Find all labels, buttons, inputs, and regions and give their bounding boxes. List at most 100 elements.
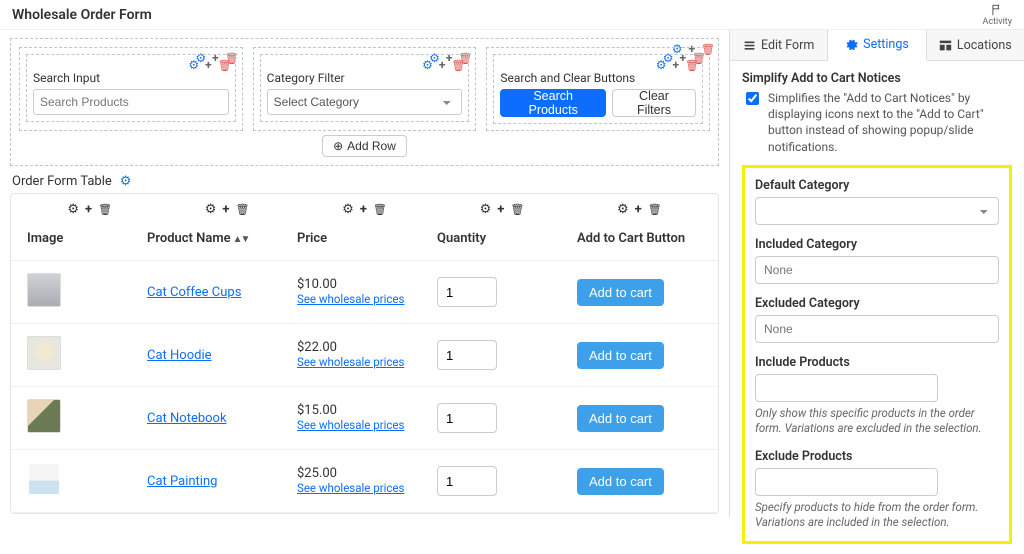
quantity-input[interactable] [437,466,497,496]
gear-icon[interactable] [120,174,132,189]
simplify-desc: Simplifies the "Add to Cart Notices" by … [768,90,1012,155]
plus-icon[interactable] [222,202,229,217]
table-header: Image Product Name▲▼ Price Quantity Add … [11,221,718,261]
plus-icon[interactable] [497,202,504,217]
gear-icon[interactable] [67,202,79,217]
include-products-input[interactable] [755,374,938,402]
settings-sidebar: Edit Form Settings Locations Simplify Ad… [729,30,1024,517]
plus-circle-icon: ⊕ [333,139,343,153]
include-products-label: Include Products [755,355,999,370]
table-row: Cat Coffee Cups $10.00 See wholesale pri… [11,261,718,324]
block-label: Search Input [33,71,229,85]
see-wholesale-link[interactable]: See wholesale prices [297,355,404,369]
quantity-input[interactable] [437,340,497,370]
product-link[interactable]: Cat Hoodie [147,348,212,363]
product-thumb[interactable] [27,462,61,496]
trash-icon[interactable] [236,202,250,217]
table-row: Cat Painting $25.00 See wholesale prices… [11,450,718,513]
col-quantity[interactable]: Quantity [431,227,571,250]
trash-icon[interactable] [98,202,112,217]
plus-icon[interactable] [360,202,367,217]
exclude-products-label: Exclude Products [755,449,999,464]
trash-icon[interactable] [510,202,524,217]
simplify-checkbox[interactable] [746,92,759,105]
table-section-title: Order Form Table [12,174,719,189]
trash-icon[interactable] [218,58,232,72]
tab-settings[interactable]: Settings [828,30,926,61]
product-thumb[interactable] [27,336,61,370]
sidebar-tabs: Edit Form Settings Locations [730,30,1024,61]
included-category-input[interactable] [755,256,999,284]
add-to-cart-button[interactable]: Add to cart [577,279,664,306]
product-link[interactable]: Cat Painting [147,474,217,489]
trash-icon[interactable] [451,58,465,72]
quantity-input[interactable] [437,277,497,307]
add-to-cart-button[interactable]: Add to cart [577,468,664,495]
column-tools-row [11,194,718,221]
add-to-cart-button[interactable]: Add to cart [577,405,664,432]
include-products-hint: Only show this specific products in the … [755,406,999,437]
list-icon [743,39,756,52]
inner-tools [656,58,699,72]
search-products-button[interactable]: Search Products [500,89,606,117]
product-link[interactable]: Cat Notebook [147,411,227,426]
exclude-products-input[interactable] [755,468,938,496]
included-category-label: Included Category [755,237,999,252]
activity-button[interactable]: Activity [983,3,1012,27]
block-label: Category Filter [267,71,463,85]
gear-icon[interactable] [205,202,217,217]
top-bar: Wholesale Order Form Activity [0,0,1024,30]
category-product-settings: Default Category Included Category Exclu… [742,165,1012,544]
trash-icon[interactable] [648,202,662,217]
order-form-table: Image Product Name▲▼ Price Quantity Add … [10,193,719,514]
add-to-cart-button[interactable]: Add to cart [577,342,664,369]
product-link[interactable]: Cat Coffee Cups [147,285,241,300]
gear-icon[interactable] [656,58,667,72]
plus-icon[interactable] [205,58,212,72]
table-row: Cat Notebook $15.00 See wholesale prices… [11,387,718,450]
inner-tools [188,58,231,72]
col-image[interactable]: Image [21,227,141,250]
price-value: $22.00 [297,340,425,355]
excluded-category-label: Excluded Category [755,296,999,311]
plus-icon[interactable] [439,58,446,72]
gear-icon[interactable] [342,202,354,217]
excluded-category-input[interactable] [755,315,999,343]
plus-icon[interactable] [673,58,680,72]
product-thumb[interactable] [27,399,61,433]
trash-icon[interactable] [685,58,699,72]
settings-body: Simplify Add to Cart Notices Simplifies … [730,61,1024,554]
inner-tools [422,58,465,72]
plus-icon[interactable] [85,202,92,217]
see-wholesale-link[interactable]: See wholesale prices [297,292,404,306]
add-row-button[interactable]: ⊕ Add Row [322,135,407,157]
gear-icon [845,38,858,51]
tab-locations[interactable]: Locations [927,30,1024,60]
table-row: Cat Hoodie $22.00 See wholesale prices A… [11,324,718,387]
gear-icon[interactable] [617,202,629,217]
trash-icon[interactable] [373,202,387,217]
product-thumb[interactable] [27,273,61,307]
exclude-products-hint: Specify products to hide from the order … [755,500,999,531]
quantity-input[interactable] [437,403,497,433]
tab-edit-form[interactable]: Edit Form [730,30,828,60]
col-add-to-cart[interactable]: Add to Cart Button [571,227,708,250]
col-price[interactable]: Price [291,227,431,250]
layout-icon [939,39,952,52]
clear-filters-button[interactable]: Clear Filters [612,89,696,117]
block-buttons: Search and Clear Buttons Search Products… [486,47,710,131]
price-value: $10.00 [297,277,425,292]
see-wholesale-link[interactable]: See wholesale prices [297,481,404,495]
search-input[interactable] [33,89,229,115]
gear-icon[interactable] [480,202,492,217]
category-select[interactable]: Select Category [267,89,463,115]
default-category-select[interactable] [755,197,999,225]
plus-icon[interactable] [635,202,642,217]
col-product-name[interactable]: Product Name▲▼ [141,227,291,250]
simplify-title: Simplify Add to Cart Notices [742,71,1012,86]
gear-icon[interactable] [422,58,433,72]
block-search: Search Input [19,47,243,131]
see-wholesale-link[interactable]: See wholesale prices [297,418,404,432]
gear-icon[interactable] [188,58,199,72]
sort-icon: ▲▼ [233,234,249,245]
